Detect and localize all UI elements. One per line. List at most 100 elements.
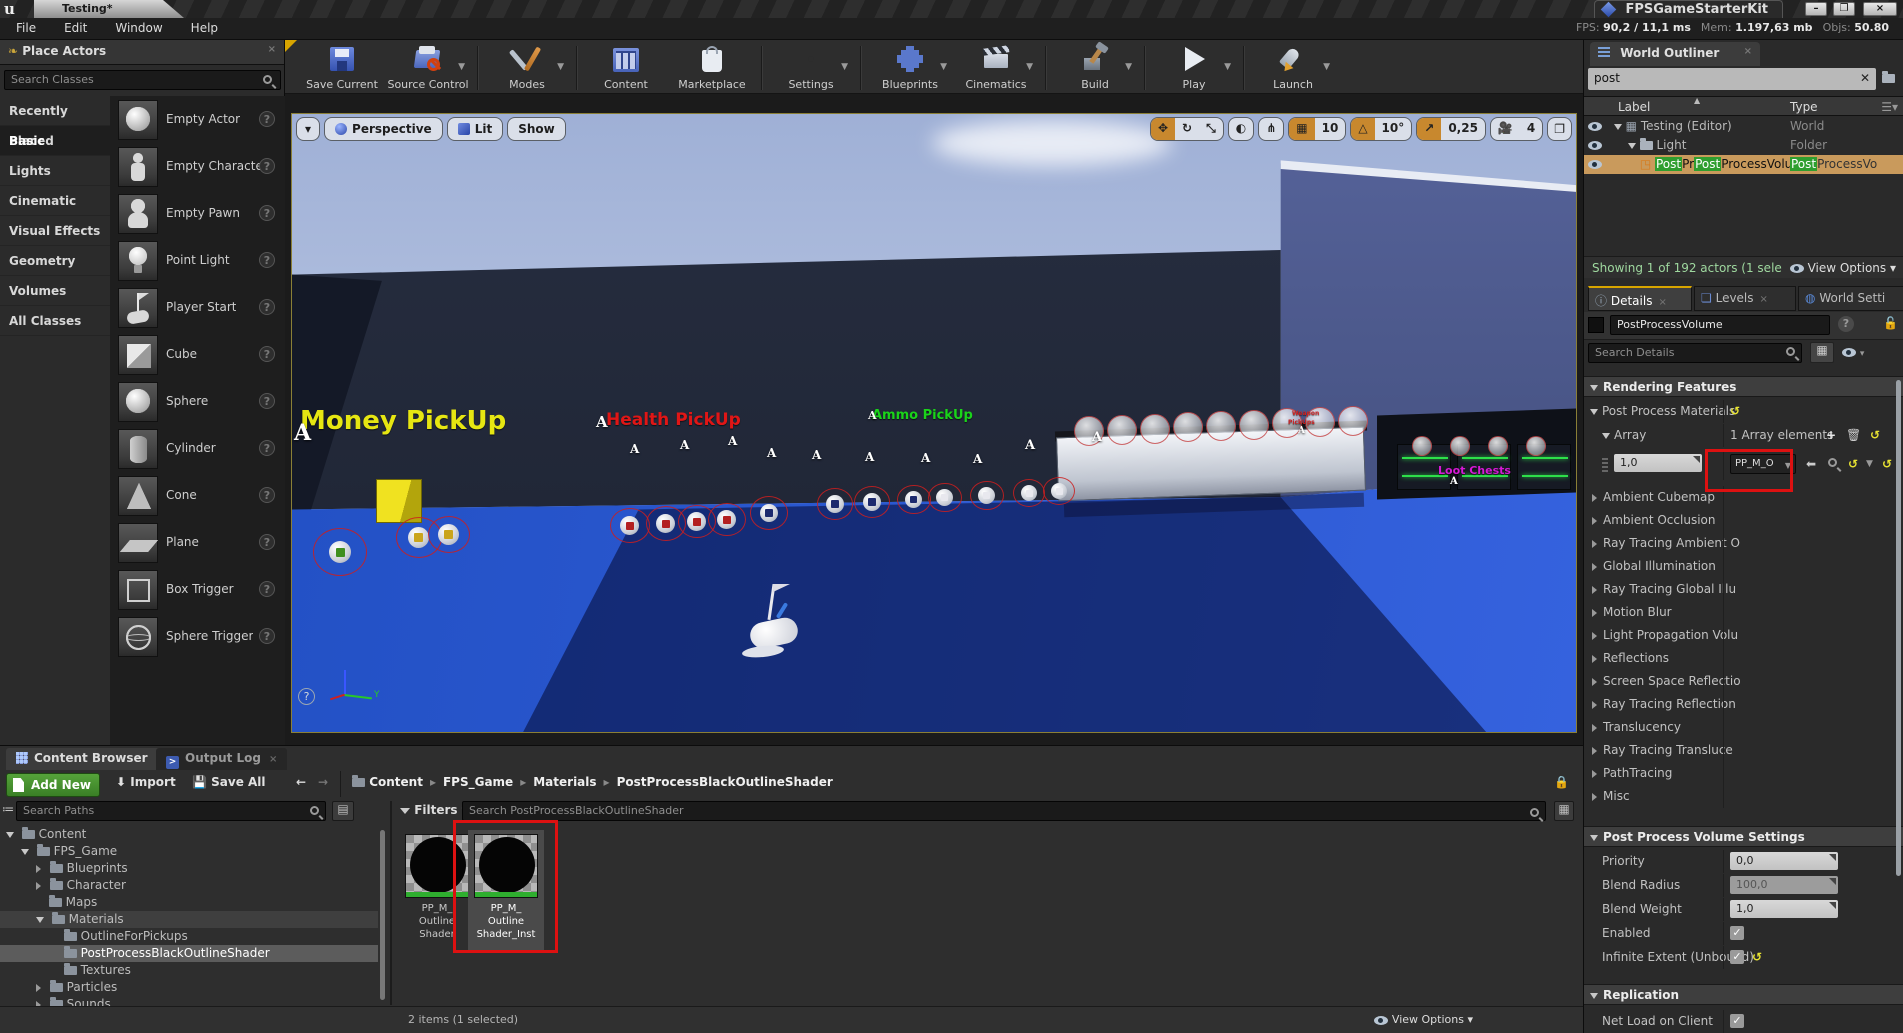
close-icon[interactable]: × [1760,294,1768,305]
outliner-row[interactable]: Light Folder [1584,136,1903,155]
collapsed-section-row[interactable]: Ray Tracing Ambient O [1584,532,1903,555]
add-folder-icon[interactable] [1882,71,1895,85]
collapsed-section-row[interactable]: Ray Tracing Reflection [1584,693,1903,716]
tree-item-label[interactable]: Character [67,878,126,892]
category-item[interactable]: Recently Placed [0,96,110,126]
tree-item-label[interactable]: Blueprints [67,861,128,875]
clear-search-icon[interactable]: ✕ [1860,71,1870,85]
row-post-process-materials[interactable]: Post Process Materials ↺ [1584,400,1903,423]
camera-speed-group[interactable]: 🎥 4 [1490,117,1543,141]
display-filter-eye[interactable]: ▾ [1842,345,1864,359]
toolbar-button[interactable]: ▼ Play [1151,42,1237,91]
tree-item-label[interactable]: Particles [67,980,118,994]
tree-arrow-icon[interactable] [36,865,41,873]
world-local-toggle[interactable]: ◐ [1228,117,1254,141]
placeable-actor-item[interactable]: Cylinder ? [110,425,285,472]
text-actor-marker[interactable]: A [868,409,877,422]
reset-icon[interactable]: ↺ [1882,453,1892,476]
close-button[interactable]: × [1863,2,1897,16]
text-actor-marker[interactable]: A [865,450,874,464]
scale-snap-icon[interactable]: ↗ [1417,117,1441,141]
blend-weight-field[interactable]: 1,0 [1730,900,1838,918]
text-actor-marker[interactable]: A [1450,476,1458,487]
collapsed-section-row[interactable]: Translucency [1584,716,1903,739]
category-item[interactable]: All Classes [0,306,110,336]
minimize-button[interactable]: – [1805,2,1827,16]
help-icon[interactable]: ? [259,534,275,550]
placeable-actor-item[interactable]: Point Light ? [110,237,285,284]
tree-arrow-icon[interactable] [6,832,14,838]
outliner-column-header[interactable]: Label ▲ Type ☰▾ [1584,96,1903,116]
reset-icon[interactable]: ↺ [1870,424,1880,447]
placeable-actor-item[interactable]: Plane ? [110,519,285,566]
grid-snap-value[interactable]: 10 [1315,117,1346,141]
expand-arrow-icon[interactable] [1614,124,1622,130]
tree-arrow-icon[interactable] [36,984,41,992]
menu-item[interactable]: Help [177,18,232,38]
transform-tools[interactable]: ✥ ↻ ⤡ [1150,117,1224,141]
toolbar-button[interactable]: Content [583,42,669,91]
outliner-row[interactable]: ▦ Testing (Editor) World [1584,117,1903,136]
search-details-input[interactable]: Search Details [1588,343,1802,363]
breadcrumb-item[interactable]: PostProcessBlackOutlineShader [617,775,833,789]
tree-item[interactable]: Textures [0,962,378,979]
tree-item-label[interactable]: PostProcessBlackOutlineShader [81,946,270,960]
rotation-snap-icon[interactable]: △ [1351,117,1374,141]
toolbar-button[interactable]: ▼ Cinematics [953,42,1039,91]
rotation-snap-value[interactable]: 10° [1375,117,1412,141]
viewport-options-button[interactable]: ▾ [296,117,320,141]
maximize-button[interactable]: ❐ [1833,2,1855,16]
menu-item[interactable]: Window [101,18,176,38]
tree-item-label[interactable]: OutlineForPickups [81,929,188,943]
row-array[interactable]: Array 1 Array elements + 🗑 ↺ [1584,424,1903,447]
menu-item[interactable]: File [2,18,50,38]
tab-world-settings[interactable]: ◍ World Setti [1798,286,1903,311]
reset-icon[interactable]: ↺ [1848,453,1858,476]
placeable-actor-item[interactable]: Sphere Trigger ? [110,613,285,660]
tree-item-label[interactable]: Maps [66,895,98,909]
camera-speed-value[interactable]: 4 [1520,117,1542,141]
close-icon[interactable]: × [269,754,277,765]
help-icon[interactable]: ? [259,487,275,503]
chevron-down-icon[interactable]: ▼ [1224,62,1231,72]
import-button[interactable]: ⬇ Import [116,775,176,789]
tree-item[interactable]: Blueprints [0,860,378,877]
toolbar-button[interactable]: ▼ Settings [768,42,854,91]
tree-item[interactable]: Maps [0,894,378,911]
surface-snap[interactable]: ⋔ [1258,117,1284,141]
element-options-icon[interactable]: ▼ [1866,453,1873,476]
collapsed-section-row[interactable]: Ray Tracing Global Illu [1584,578,1903,601]
chevron-down-icon[interactable]: ▼ [458,62,465,72]
show-button[interactable]: Show [507,117,566,141]
text-actor-marker[interactable]: A [728,434,737,448]
enabled-checkbox[interactable]: ✓ [1730,926,1744,940]
help-icon[interactable]: ? [259,111,275,127]
tree-item-label[interactable]: Sounds [67,997,111,1006]
collapsed-section-row[interactable]: Global Illumination [1584,555,1903,578]
add-element-icon[interactable]: + [1826,424,1836,447]
tree-item-label[interactable]: Textures [81,963,131,977]
help-icon[interactable]: ? [259,205,275,221]
text-actor-marker[interactable]: A [767,446,776,460]
chevron-down-icon[interactable]: ▼ [940,62,947,72]
panel-splitter[interactable] [390,801,392,1005]
outliner-row-label[interactable]: Light [1656,138,1686,152]
help-icon[interactable]: ? [259,299,275,315]
level-tab[interactable]: Testing* [34,0,184,18]
chevron-down-icon[interactable]: ▼ [841,62,848,72]
label-column-header[interactable]: Label [1618,100,1650,114]
save-search-icon[interactable]: ▤ [332,801,354,821]
use-selected-icon[interactable]: ⬅ [1806,453,1816,476]
help-icon[interactable]: ? [259,252,275,268]
tree-item[interactable]: FPS_Game [0,843,378,860]
actor-name-input[interactable]: PostProcessVolume [1610,315,1830,335]
category-item[interactable]: Visual Effects [0,216,110,246]
player-start[interactable] [740,584,820,676]
maximize-viewport-icon[interactable]: ❐ [1547,117,1572,141]
placeable-actor-item[interactable]: Player Start ? [110,284,285,331]
tree-item[interactable]: Character [0,877,378,894]
help-icon[interactable]: ? [1838,316,1854,332]
tab-output-log[interactable]: >Output Log× [156,748,287,770]
text-actor-marker[interactable]: A [630,442,639,456]
help-icon[interactable]: ? [259,393,275,409]
